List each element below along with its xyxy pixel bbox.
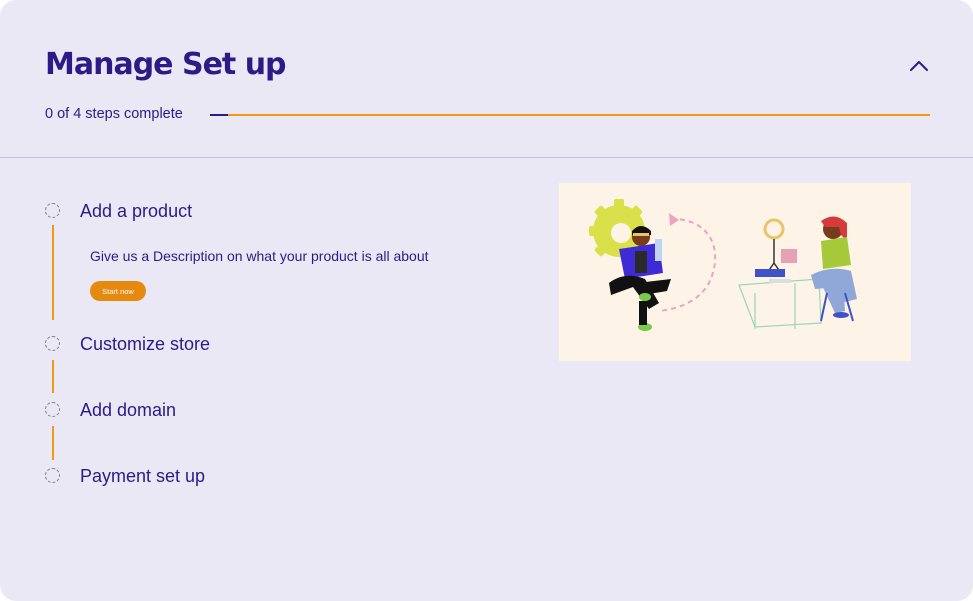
start-now-button[interactable]: Start now bbox=[90, 281, 146, 301]
step-connector bbox=[52, 360, 54, 393]
step-label-customize-store[interactable]: Customize store bbox=[80, 334, 210, 355]
progress-bar bbox=[210, 114, 930, 116]
setup-card: Manage Set up 0 of 4 steps complete Add … bbox=[0, 0, 973, 601]
step-connector bbox=[52, 225, 54, 320]
illustration-art bbox=[589, 199, 857, 331]
step-connector bbox=[52, 426, 54, 460]
progress-text: 0 of 4 steps complete bbox=[45, 106, 183, 122]
step-description: Give us a Description on what your produ… bbox=[90, 248, 429, 264]
step-status-icon[interactable] bbox=[45, 203, 60, 218]
step-label-add-product[interactable]: Add a product bbox=[80, 201, 192, 222]
step-status-icon[interactable] bbox=[45, 336, 60, 351]
page-title: Manage Set up bbox=[45, 47, 287, 82]
collapse-button[interactable] bbox=[906, 54, 932, 78]
creators-illustration bbox=[559, 183, 911, 361]
step-label-payment-setup[interactable]: Payment set up bbox=[80, 466, 205, 487]
divider bbox=[0, 157, 973, 158]
step-status-icon[interactable] bbox=[45, 468, 60, 483]
step-status-icon[interactable] bbox=[45, 402, 60, 417]
progress-bar-fill bbox=[210, 114, 228, 116]
chevron-up-icon bbox=[910, 61, 928, 71]
step-label-add-domain[interactable]: Add domain bbox=[80, 400, 176, 421]
